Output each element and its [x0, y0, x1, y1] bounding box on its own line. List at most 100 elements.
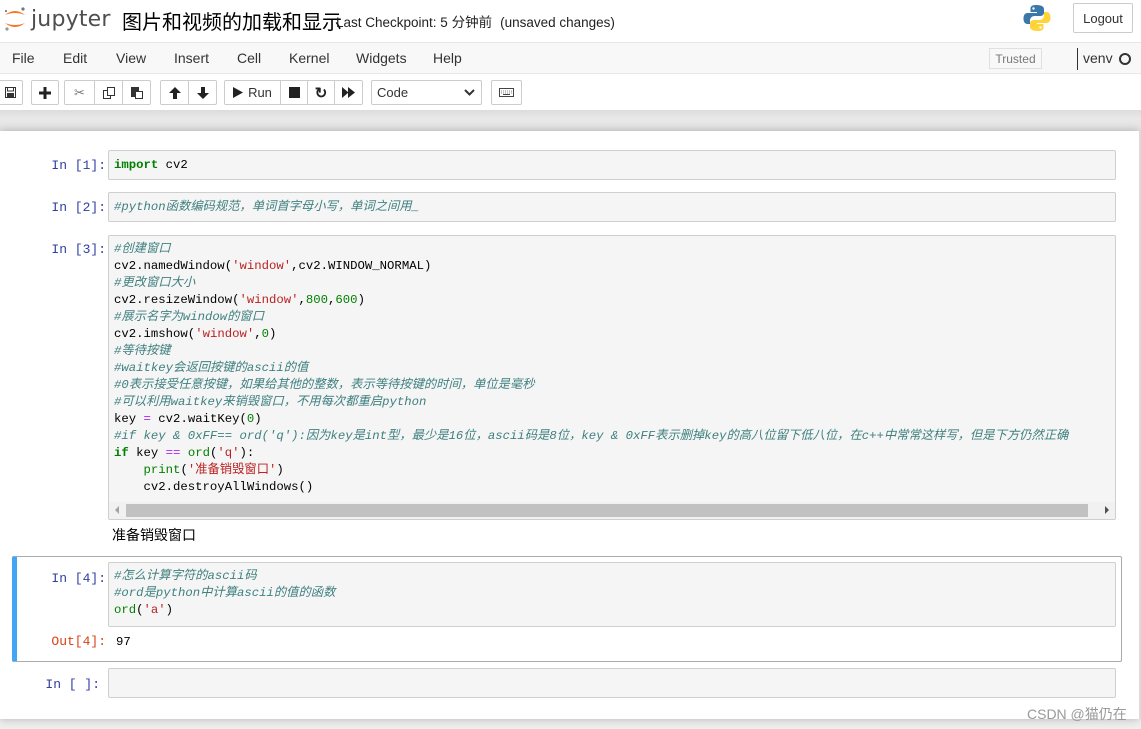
code-token: key	[114, 412, 144, 426]
chevron-down-icon	[464, 89, 475, 96]
move-group	[160, 80, 217, 105]
code-input[interactable]	[108, 668, 1116, 698]
code-line: #可以利用waitkey来销毁窗口，不用每次都重启python	[114, 394, 1110, 411]
menu-edit[interactable]: Edit	[63, 50, 87, 66]
code-token: print	[143, 463, 181, 477]
restart-button[interactable]: ↻	[307, 80, 335, 105]
code-line: ord('a')	[114, 602, 1110, 619]
code-line: #ord是python中计算ascii的值的函数	[114, 585, 1110, 602]
code-token: #python函数编码规范，单词首字母小写，单词之间用_	[114, 200, 419, 214]
code-cell-selected[interactable]: In [4]: #怎么计算字符的ascii码 #ord是python中计算asci…	[12, 556, 1122, 662]
insert-group	[31, 80, 59, 105]
code-token: #更改窗口大小	[114, 276, 196, 290]
save-button[interactable]	[0, 80, 23, 105]
code-token: #if key & 0xFF== ord('q'):因为key是int型，最少是…	[114, 429, 1069, 443]
code-token: ,	[298, 293, 306, 307]
menu-file[interactable]: File	[12, 50, 35, 66]
interrupt-button[interactable]	[280, 80, 308, 105]
kernel-name[interactable]: venv	[1083, 50, 1113, 66]
code-line: #创建窗口	[114, 241, 1110, 258]
code-line: #if key & 0xFF== ord('q'):因为key是int型，最少是…	[114, 428, 1110, 445]
play-icon	[233, 87, 244, 98]
code-line: import cv2	[114, 157, 1110, 174]
code-token: cv2.resizeWindow(	[114, 293, 240, 307]
input-prompt: In [1]:	[51, 158, 106, 173]
menu-view[interactable]: View	[116, 50, 146, 66]
menu-bar: File Edit View Insert Cell Kernel Widget…	[0, 42, 1141, 74]
keyboard-icon	[499, 88, 514, 97]
menu-insert[interactable]: Insert	[174, 50, 209, 66]
paste-button[interactable]	[122, 80, 151, 105]
run-button[interactable]: Run	[224, 80, 281, 105]
notebook-container: In [1]: import cv2 In [2]: #python函数编码规范…	[0, 131, 1139, 719]
header: jupyter 图片和视频的加载和显示 Last Checkpoint: 5 分…	[0, 0, 1141, 110]
menu-cell[interactable]: Cell	[237, 50, 261, 66]
code-token: ord	[114, 603, 137, 617]
input-prompt: In [3]:	[51, 242, 106, 257]
insert-cell-button[interactable]	[31, 80, 59, 105]
code-cell[interactable]: In [2]: #python函数编码规范，单词首字母小写，单词之间用_	[12, 190, 1122, 223]
code-token: #展示名字为window的窗口	[114, 310, 265, 324]
input-prompt: In [4]:	[51, 571, 106, 586]
notebook-title[interactable]: 图片和视频的加载和显示	[122, 6, 342, 35]
code-token: )	[269, 327, 277, 341]
code-input[interactable]: import cv2	[108, 150, 1116, 180]
scrollbar-thumb[interactable]	[126, 504, 1088, 517]
code-token: 'window'	[239, 293, 299, 307]
code-cell[interactable]: In [3]: #创建窗口 cv2.namedWindow( 'window', cv…	[12, 232, 1122, 552]
menu-kernel[interactable]: Kernel	[289, 50, 329, 66]
code-token: ord	[187, 446, 210, 460]
trusted-indicator[interactable]: Trusted	[989, 48, 1042, 69]
code-token: 'a'	[143, 603, 166, 617]
code-input[interactable]: #python函数编码规范，单词首字母小写，单词之间用_	[108, 192, 1116, 222]
cell-type-select[interactable]: Code	[371, 80, 482, 105]
code-token: #怎么计算字符的ascii码	[114, 569, 257, 583]
move-down-button[interactable]	[188, 80, 217, 105]
code-cell-empty[interactable]: In [ ]:	[12, 665, 1122, 701]
scissors-icon: ✂	[74, 84, 85, 100]
code-token: cv2.namedWindow(	[114, 259, 233, 273]
jupyter-logo[interactable]: jupyter	[3, 4, 111, 34]
code-line: key = cv2.waitKey(0)	[114, 411, 1110, 428]
copy-button[interactable]	[94, 80, 123, 105]
keyboard-shortcuts-button[interactable]	[491, 80, 522, 105]
logout-button[interactable]: Logout	[1073, 3, 1133, 33]
code-cell[interactable]: In [1]: import cv2	[12, 148, 1122, 181]
code-input[interactable]: #怎么计算字符的ascii码 #ord是python中计算ascii的值的函数 or…	[108, 562, 1116, 627]
jupyter-logo-text: jupyter	[31, 6, 111, 32]
scroll-right-icon[interactable]	[1105, 506, 1109, 514]
code-token: cv2.waitKey(	[150, 412, 247, 426]
code-token: #waitkey会返回按键的ascii的值	[114, 361, 309, 375]
code-token: 'window'	[195, 327, 255, 341]
save-icon	[5, 87, 16, 98]
move-up-button[interactable]	[160, 80, 189, 105]
code-input[interactable]: #创建窗口 cv2.namedWindow('window',cv2.WINDOW…	[108, 235, 1116, 520]
stop-icon	[288, 87, 300, 98]
input-prompt: In [ ]:	[45, 677, 100, 692]
watermark: CSDN @猫仍在	[1027, 706, 1127, 722]
restart-run-all-button[interactable]	[334, 80, 363, 105]
code-line: print('准备销毁窗口')	[114, 462, 1110, 479]
code-token: cv2.imshow(	[114, 327, 196, 341]
code-line: cv2.destroyAllWindows()	[114, 479, 1110, 496]
plus-icon	[39, 86, 51, 99]
arrow-up-icon	[168, 86, 181, 99]
code-line: cv2.imshow('window',0)	[114, 326, 1110, 343]
code-token: )	[276, 463, 284, 477]
checkpoint-text: Last Checkpoint: 5 分钟前	[336, 15, 493, 30]
code-line: #等待按键	[114, 343, 1110, 360]
cut-button[interactable]: ✂	[64, 80, 95, 105]
kernel-separator	[1077, 48, 1078, 70]
menu-help[interactable]: Help	[433, 50, 462, 66]
code-token: 'q'	[217, 446, 240, 460]
arrow-down-icon	[196, 86, 209, 99]
code-text: #python函数编码规范，单词首字母小写，单词之间用_	[109, 193, 1115, 220]
code-token: 0	[261, 327, 270, 341]
toolbar: ✂ Run ↻ Code	[0, 74, 1141, 110]
menu-widgets[interactable]: Widgets	[356, 50, 407, 66]
code-text: #创建窗口 cv2.namedWindow('window',cv2.WINDOW…	[109, 236, 1115, 500]
code-line: #0表示接受任意按键，如果给其他的整数，表示等待按键的时间，单位是毫秒	[114, 377, 1110, 394]
scroll-left-icon[interactable]	[115, 506, 119, 514]
horizontal-scrollbar[interactable]	[109, 502, 1115, 519]
